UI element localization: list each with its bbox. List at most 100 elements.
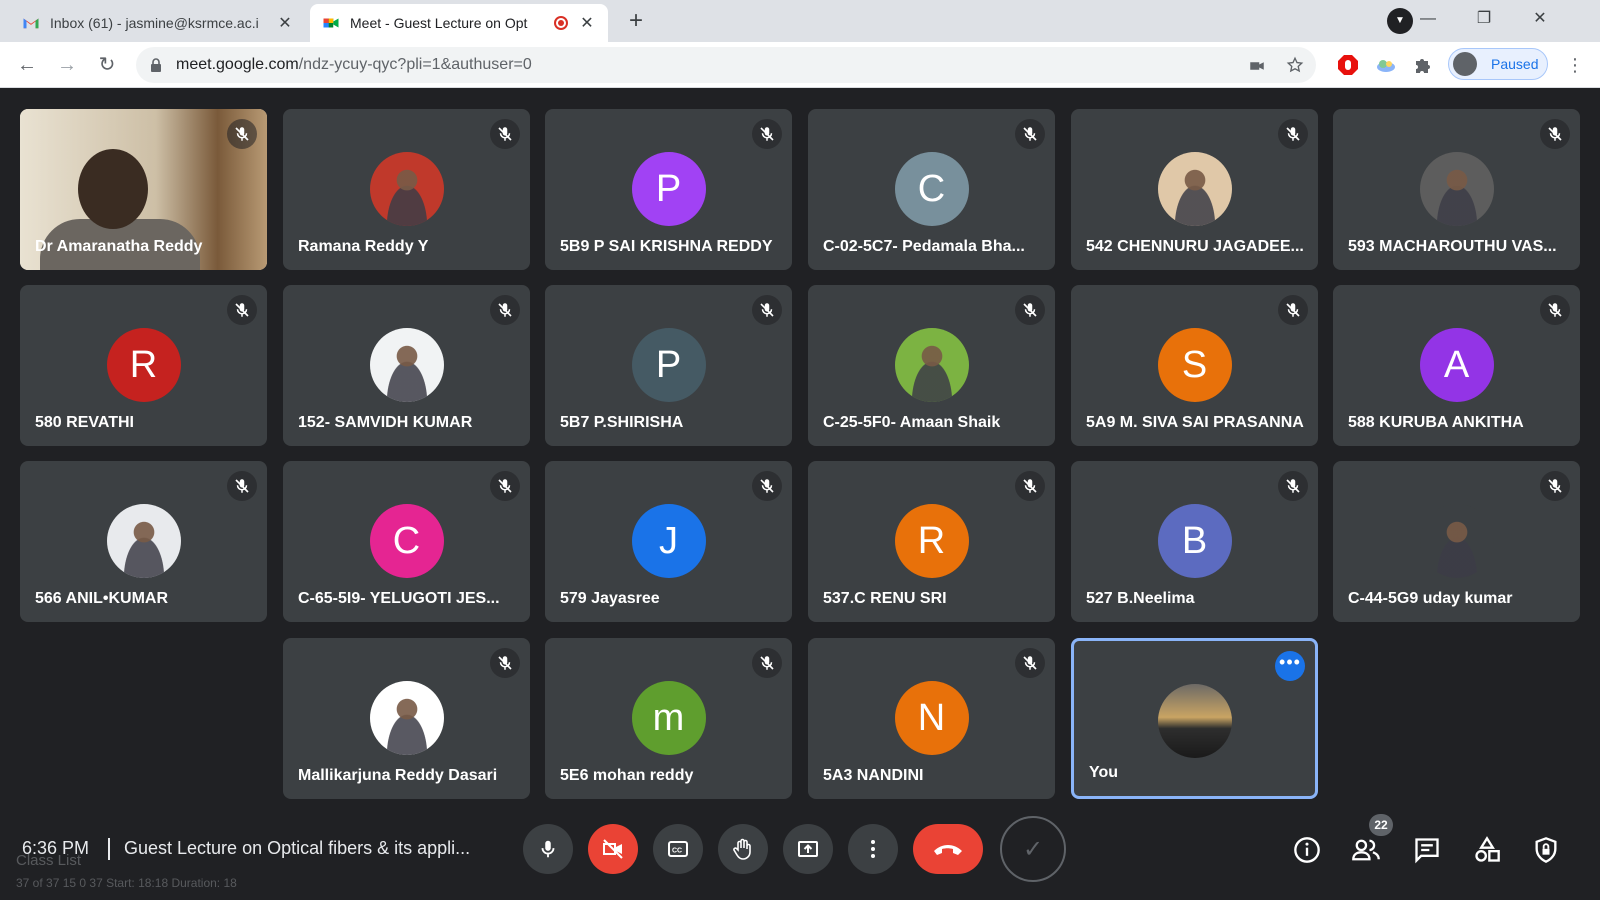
avatar-initial: S	[1157, 328, 1232, 402]
microphone-muted-icon	[1278, 119, 1308, 149]
participant-tile[interactable]: B 527 B.Neelima	[1071, 461, 1318, 622]
participant-name: C-02-5C7- Pedamala Bha...	[823, 238, 1025, 255]
captions-icon: CC	[668, 841, 688, 857]
microphone-muted-icon	[490, 295, 520, 325]
leave-call-button[interactable]	[913, 824, 983, 874]
tab-title: Inbox (61) - jasmine@ksrmce.ac.i	[50, 15, 259, 31]
microphone-muted-icon	[1278, 471, 1308, 501]
participant-tile[interactable]: Ramana Reddy Y	[283, 109, 530, 270]
people-icon[interactable]	[1350, 834, 1382, 866]
participant-tile[interactable]: 152- SAMVIDH KUMAR	[283, 285, 530, 446]
participant-name: Mallikarjuna Reddy Dasari	[298, 767, 498, 784]
participant-name: C-25-5F0- Amaan Shaik	[823, 414, 1001, 431]
activities-icon[interactable]	[1471, 834, 1503, 866]
minimize-icon[interactable]: —	[1406, 4, 1450, 34]
camera-in-use-icon[interactable]	[1248, 57, 1266, 75]
attendance-check-icon[interactable]: ✓	[1000, 816, 1066, 882]
avatar-initial: m	[631, 681, 706, 755]
profile-status-label: Paused	[1491, 56, 1539, 72]
avatar-initial: C	[369, 504, 444, 578]
gmail-icon	[23, 18, 39, 29]
avatar-initial: R	[894, 504, 969, 578]
participant-tile[interactable]: N 5A3 NANDINI	[808, 638, 1055, 799]
microphone-muted-icon	[1015, 119, 1045, 149]
participant-tile[interactable]: P 5B7 P.SHIRISHA	[545, 285, 792, 446]
participant-name: 5E6 mohan reddy	[560, 767, 694, 784]
participant-tile[interactable]: C-25-5F0- Amaan Shaik	[808, 285, 1055, 446]
avatar-initial: B	[1157, 504, 1232, 578]
camera-off-button[interactable]	[588, 824, 638, 874]
participant-tile[interactable]: 593 MACHAROUTHU VAS...	[1333, 109, 1580, 270]
adblock-extension-icon[interactable]	[1336, 53, 1360, 77]
present-screen-button[interactable]	[783, 824, 833, 874]
avatar-initial: P	[631, 328, 706, 402]
back-icon[interactable]: ←	[12, 50, 42, 80]
profile-photo	[1157, 152, 1232, 226]
meeting-clock: 6:36 PM	[22, 838, 90, 858]
close-tab-icon[interactable]: ✕	[276, 13, 294, 33]
participant-name: 537.C RENU SRI	[823, 590, 947, 607]
participant-name: Ramana Reddy Y	[298, 238, 429, 255]
browser-menu-icon[interactable]: ⋮	[1563, 50, 1587, 80]
participant-tile[interactable]: Mallikarjuna Reddy Dasari	[283, 638, 530, 799]
microphone-muted-icon	[227, 119, 257, 149]
participant-tile[interactable]: R 580 REVATHI	[20, 285, 267, 446]
participant-tile[interactable]: R 537.C RENU SRI	[808, 461, 1055, 622]
microphone-button[interactable]	[523, 824, 573, 874]
participant-name: 588 KURUBA ANKITHA	[1348, 414, 1524, 431]
forward-icon[interactable]: →	[52, 50, 82, 80]
participant-tile[interactable]: 566 ANIL•KUMAR	[20, 461, 267, 622]
tile-more-options-icon[interactable]: •••	[1275, 651, 1305, 681]
participant-name: 527 B.Neelima	[1086, 590, 1195, 607]
avatar-initial: N	[894, 681, 969, 755]
bookmark-star-icon[interactable]	[1286, 56, 1304, 74]
close-window-icon[interactable]: ✕	[1518, 4, 1562, 34]
extensions-puzzle-icon[interactable]	[1412, 53, 1436, 77]
host-controls-icon[interactable]	[1530, 834, 1562, 866]
avatar	[1157, 152, 1232, 226]
new-tab-button[interactable]: +	[620, 8, 652, 36]
chat-icon[interactable]	[1411, 834, 1443, 866]
participant-count-badge: 22	[1369, 814, 1393, 836]
participant-tile[interactable]: Dr Amaranatha Reddy	[20, 109, 267, 270]
address-bar[interactable]: meet.google.com/ndz-ycuy-qyc?pli=1&authu…	[136, 47, 1316, 83]
camera-off-icon	[603, 839, 623, 859]
participant-tile[interactable]: C C-65-5I9- YELUGOTI JES...	[283, 461, 530, 622]
avatar	[1419, 152, 1494, 226]
tab-gmail-inbox[interactable]: Inbox (61) - jasmine@ksrmce.ac.i ✕	[10, 4, 306, 42]
participant-tile[interactable]: A 588 KURUBA ANKITHA	[1333, 285, 1580, 446]
tab-meet[interactable]: Meet - Guest Lecture on Opt ✕	[310, 4, 608, 42]
participant-tile[interactable]: S 5A9 M. SIVA SAI PRASANNA	[1071, 285, 1318, 446]
profile-paused-button[interactable]: Paused	[1448, 48, 1548, 80]
more-options-button[interactable]	[848, 824, 898, 874]
tab-title: Meet - Guest Lecture on Opt	[350, 15, 528, 31]
close-tab-icon[interactable]: ✕	[578, 13, 596, 33]
participant-name: 593 MACHAROUTHU VAS...	[1348, 238, 1557, 255]
cloud-extension-icon[interactable]	[1374, 53, 1398, 77]
profile-photo	[369, 328, 444, 402]
meeting-title[interactable]: Guest Lecture on Optical fibers & its ap…	[124, 838, 504, 859]
participant-name: 5B9 P SAI KRISHNA REDDY	[560, 238, 773, 255]
participant-tile[interactable]: m 5E6 mohan reddy	[545, 638, 792, 799]
meeting-details-info-icon[interactable]	[1291, 834, 1323, 866]
avatar	[1157, 684, 1232, 758]
profile-photo	[1157, 684, 1232, 758]
microphone-muted-icon	[227, 471, 257, 501]
participant-tile[interactable]: J 579 Jayasree	[545, 461, 792, 622]
reload-icon[interactable]: ↻	[92, 50, 122, 80]
captions-button[interactable]: CC	[653, 824, 703, 874]
participant-tile[interactable]: C C-02-5C7- Pedamala Bha...	[808, 109, 1055, 270]
raise-hand-button[interactable]	[718, 824, 768, 874]
restore-icon[interactable]: ❐	[1462, 4, 1506, 34]
url-text: meet.google.com/ndz-ycuy-qyc?pli=1&authu…	[176, 56, 532, 73]
microphone-muted-icon	[752, 119, 782, 149]
avatar	[1419, 504, 1494, 578]
avatar-initial: A	[1419, 328, 1494, 402]
divider	[108, 838, 110, 860]
participant-tile[interactable]: ••• You	[1071, 638, 1318, 799]
participant-tile[interactable]: C-44-5G9 uday kumar	[1333, 461, 1580, 622]
microphone-muted-icon	[490, 471, 520, 501]
participant-tile[interactable]: 542 CHENNURU JAGADEE...	[1071, 109, 1318, 270]
participant-name: C-44-5G9 uday kumar	[1348, 590, 1513, 607]
participant-tile[interactable]: P 5B9 P SAI KRISHNA REDDY	[545, 109, 792, 270]
